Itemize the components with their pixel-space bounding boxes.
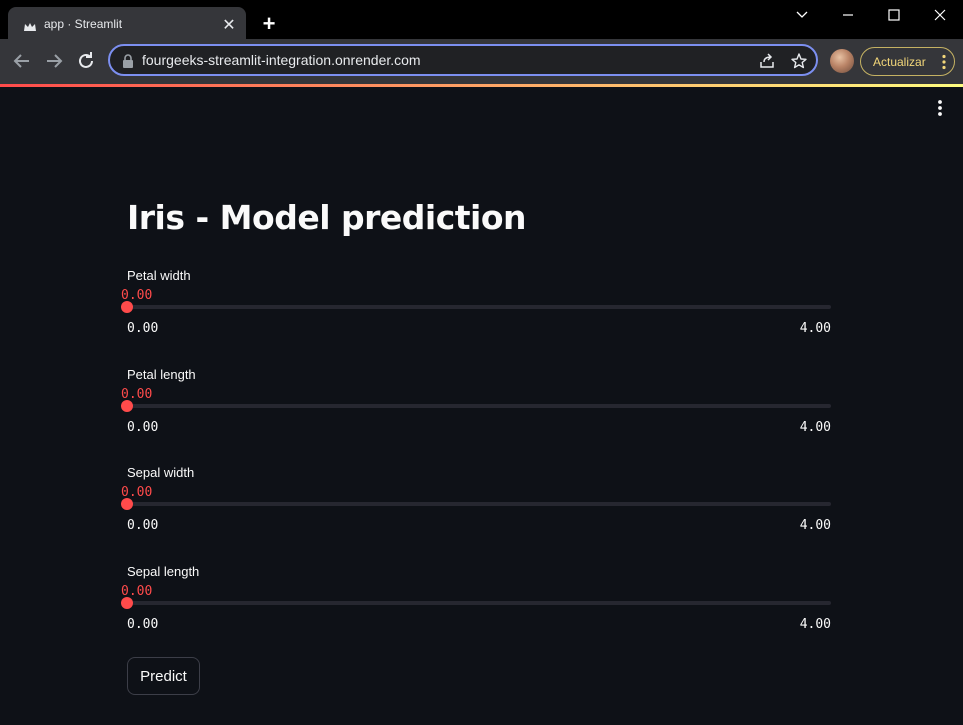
slider-sepal-length: Sepal length 0.00 0.00 4.00 (121, 564, 833, 644)
lock-icon[interactable] (122, 54, 134, 68)
new-tab-icon[interactable]: + (258, 13, 280, 35)
page-title: Iris - Model prediction (127, 198, 527, 237)
streamlit-crown-icon (24, 23, 36, 31)
browser-menu-icon[interactable] (942, 54, 946, 70)
slider-label: Petal length (127, 367, 196, 382)
maximize-icon[interactable] (871, 0, 917, 30)
slider-label: Sepal length (127, 564, 200, 579)
slider-thumb[interactable] (121, 301, 133, 313)
slider-track[interactable] (127, 601, 831, 605)
slider-min-label: 0.00 (127, 420, 159, 435)
slider-max-label: 4.00 (799, 321, 831, 336)
update-label: Actualizar (873, 55, 926, 69)
reload-icon[interactable] (74, 49, 98, 73)
browser-toolbar: Actualizar (0, 39, 963, 84)
url-input[interactable] (142, 50, 732, 70)
slider-min-label: 0.00 (127, 518, 159, 533)
slider-petal-width: Petal width 0.00 0.00 4.00 (121, 268, 833, 348)
slider-track[interactable] (127, 502, 831, 506)
slider-track[interactable] (127, 404, 831, 408)
forward-arrow-icon[interactable] (42, 49, 66, 73)
address-bar[interactable] (108, 44, 818, 76)
tab-search-chevron-icon[interactable] (779, 0, 825, 30)
slider-label: Petal width (127, 268, 191, 283)
slider-petal-length: Petal length 0.00 0.00 4.00 (121, 367, 833, 447)
app-menu-icon[interactable] (932, 99, 948, 117)
slider-thumb[interactable] (121, 400, 133, 412)
streamlit-decoration-bar (0, 84, 963, 87)
predict-button[interactable]: Predict (127, 657, 200, 695)
profile-avatar[interactable] (830, 49, 854, 73)
slider-sepal-width: Sepal width 0.00 0.00 4.00 (121, 465, 833, 545)
slider-min-label: 0.00 (127, 321, 159, 336)
share-icon[interactable] (758, 52, 776, 70)
slider-min-label: 0.00 (127, 617, 159, 632)
bookmark-star-icon[interactable] (790, 52, 808, 70)
tab-close-icon[interactable]: ✕ (220, 17, 238, 35)
slider-max-label: 4.00 (799, 518, 831, 533)
close-window-icon[interactable] (917, 0, 963, 30)
back-arrow-icon[interactable] (10, 49, 34, 73)
slider-thumb[interactable] (121, 498, 133, 510)
slider-max-label: 4.00 (799, 617, 831, 632)
slider-max-label: 4.00 (799, 420, 831, 435)
tab-title: app · Streamlit (44, 17, 123, 31)
slider-thumb[interactable] (121, 597, 133, 609)
slider-track[interactable] (127, 305, 831, 309)
slider-label: Sepal width (127, 465, 195, 480)
update-browser-button[interactable]: Actualizar (860, 47, 955, 76)
minimize-icon[interactable] (825, 0, 871, 30)
